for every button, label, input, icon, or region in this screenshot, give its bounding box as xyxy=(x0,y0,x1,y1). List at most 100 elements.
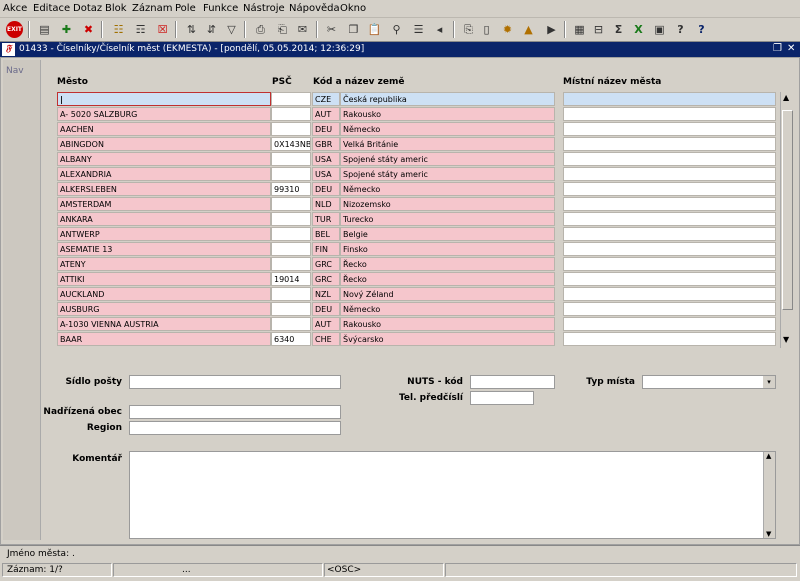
tel-input[interactable] xyxy=(470,391,534,405)
cell-mistni[interactable] xyxy=(563,332,776,346)
close-icon[interactable]: ✕ xyxy=(787,43,795,54)
cell-kod[interactable]: TUR xyxy=(312,212,340,226)
execute-query-icon[interactable]: ☶ xyxy=(132,21,149,38)
cell-psc[interactable] xyxy=(271,302,311,316)
cell-psc[interactable]: 0X143NB xyxy=(271,137,311,151)
attach-icon[interactable]: ⎘ xyxy=(460,21,477,38)
cell-kod[interactable]: NZL xyxy=(312,287,340,301)
cell-nazev[interactable]: Belgie xyxy=(340,227,555,241)
warning-icon[interactable]: ▲ xyxy=(520,21,537,38)
calendar-icon[interactable]: ▦ xyxy=(571,21,588,38)
cell-kod[interactable]: USA xyxy=(312,167,340,181)
menu-nastroje[interactable]: Nástroje xyxy=(243,3,285,14)
exit-icon[interactable]: EXIT xyxy=(6,21,23,38)
cell-kod[interactable]: DEU xyxy=(312,302,340,316)
cell-nazev[interactable]: Řecko xyxy=(340,272,555,286)
cell-mesto[interactable]: ABINGDON xyxy=(57,137,271,151)
cell-mistni[interactable] xyxy=(563,197,776,211)
cell-psc[interactable] xyxy=(271,152,311,166)
sort-desc-icon[interactable]: ⇵ xyxy=(203,21,220,38)
sort-asc-icon[interactable]: ⇅ xyxy=(183,21,200,38)
cell-psc[interactable] xyxy=(271,122,311,136)
menu-blok[interactable]: Blok xyxy=(105,3,127,14)
chevron-down-icon[interactable]: ▾ xyxy=(763,376,775,388)
menu-zaznam[interactable]: Záznam xyxy=(132,3,172,14)
cell-nazev[interactable]: Řecko xyxy=(340,257,555,271)
restore-icon[interactable]: ❐ xyxy=(773,43,782,54)
cell-mesto[interactable]: ANKARA xyxy=(57,212,271,226)
cell-nazev[interactable]: Česká republika xyxy=(340,92,555,106)
cell-nazev[interactable]: Spojené státy americ xyxy=(340,167,555,181)
sum-icon[interactable]: Σ xyxy=(610,21,627,38)
cell-psc[interactable] xyxy=(271,257,311,271)
cell-kod[interactable]: USA xyxy=(312,152,340,166)
cell-nazev[interactable]: Rakousko xyxy=(340,107,555,121)
cell-mistni[interactable] xyxy=(563,167,776,181)
sidlo-posty-input[interactable] xyxy=(129,375,341,389)
cell-mistni[interactable] xyxy=(563,152,776,166)
copy-icon[interactable]: ❐ xyxy=(345,21,362,38)
cell-nazev[interactable]: Německo xyxy=(340,122,555,136)
calc-icon[interactable]: ⊟ xyxy=(590,21,607,38)
cell-mesto[interactable]: ATTIKI xyxy=(57,272,271,286)
menu-pole[interactable]: Pole xyxy=(175,3,196,14)
cell-psc[interactable] xyxy=(271,167,311,181)
cell-mesto[interactable]: AUCKLAND xyxy=(57,287,271,301)
cell-mesto[interactable]: A-1030 VIENNA AUSTRIA xyxy=(57,317,271,331)
cell-mistni[interactable] xyxy=(563,227,776,241)
cell-mistni[interactable] xyxy=(563,122,776,136)
cell-nazev[interactable]: Spojené státy americ xyxy=(340,152,555,166)
cell-mistni[interactable] xyxy=(563,92,776,106)
menu-napoveda[interactable]: Nápověda xyxy=(289,3,340,14)
nuts-input[interactable] xyxy=(470,375,555,389)
export-icon[interactable]: ▣ xyxy=(651,21,668,38)
grid-scrollbar[interactable]: ▲ ▼ xyxy=(780,92,794,348)
cell-kod[interactable]: BEL xyxy=(312,227,340,241)
cell-psc[interactable] xyxy=(271,287,311,301)
cell-kod[interactable]: GBR xyxy=(312,137,340,151)
cell-mesto[interactable]: AUSBURG xyxy=(57,302,271,316)
cell-mesto[interactable]: ANTWERP xyxy=(57,227,271,241)
cell-mistni[interactable] xyxy=(563,182,776,196)
cell-kod[interactable]: AUT xyxy=(312,317,340,331)
settings-icon[interactable]: ✹ xyxy=(499,21,516,38)
delete-icon[interactable]: ✖ xyxy=(80,21,97,38)
cell-mesto[interactable]: A- 5020 SALZBURG xyxy=(57,107,271,121)
cell-mesto[interactable]: ALKERSLEBEN xyxy=(57,182,271,196)
cell-nazev[interactable]: Nový Zéland xyxy=(340,287,555,301)
scroll-up-icon[interactable]: ▲ xyxy=(783,93,789,102)
menu-akce[interactable]: Akce xyxy=(3,3,27,14)
cell-mesto[interactable]: ALEXANDRIA xyxy=(57,167,271,181)
cell-nazev[interactable]: Německo xyxy=(340,182,555,196)
cell-kod[interactable]: GRC xyxy=(312,272,340,286)
cell-mesto[interactable]: ATENY xyxy=(57,257,271,271)
prev-icon[interactable]: ◂ xyxy=(431,21,448,38)
scroll-thumb[interactable] xyxy=(782,110,793,310)
cell-psc[interactable] xyxy=(271,107,311,121)
save-icon[interactable]: ▤ xyxy=(36,21,53,38)
cell-mistni[interactable] xyxy=(563,137,776,151)
paste-icon[interactable]: 📋 xyxy=(366,21,383,38)
cell-psc[interactable]: 6340 xyxy=(271,332,311,346)
cell-kod[interactable]: NLD xyxy=(312,197,340,211)
region-input[interactable] xyxy=(129,421,341,435)
cell-kod[interactable]: DEU xyxy=(312,182,340,196)
cell-mesto[interactable]: BAAR xyxy=(57,332,271,346)
cell-nazev[interactable]: Velká Británie xyxy=(340,137,555,151)
nav-button[interactable]: Nav xyxy=(6,66,24,76)
cell-nazev[interactable]: Turecko xyxy=(340,212,555,226)
new-record-icon[interactable]: ✚ xyxy=(58,21,75,38)
cell-psc[interactable] xyxy=(271,197,311,211)
cancel-query-icon[interactable]: ☒ xyxy=(154,21,171,38)
document-icon[interactable]: ▯ xyxy=(478,21,495,38)
help-query-icon[interactable]: ? xyxy=(672,21,689,38)
cell-psc[interactable] xyxy=(271,212,311,226)
query-icon[interactable]: ☷ xyxy=(110,21,127,38)
cell-mesto[interactable]: AACHEN xyxy=(57,122,271,136)
print-icon[interactable]: ⎙ xyxy=(252,21,269,38)
excel-icon[interactable]: X xyxy=(630,21,647,38)
cell-kod[interactable]: FIN xyxy=(312,242,340,256)
cell-mesto[interactable]: | xyxy=(57,92,271,106)
cell-nazev[interactable]: Německo xyxy=(340,302,555,316)
cell-kod[interactable]: DEU xyxy=(312,122,340,136)
